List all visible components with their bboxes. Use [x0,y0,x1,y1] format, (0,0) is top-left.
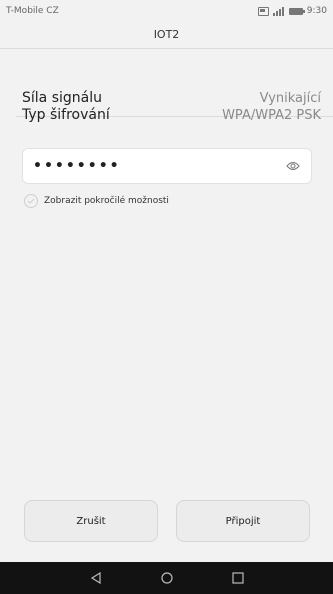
cancel-button[interactable]: Zrušit [24,500,158,542]
battery-icon [288,7,305,15]
clock-label: 9:30 [306,6,327,16]
navigation-bar [0,562,333,594]
sim-icon [257,6,269,16]
encryption-value: WPA/WPA2 PSK [222,107,321,123]
encryption-row: Typ šifrování WPA/WPA2 PSK [0,95,333,135]
carrier-label: T-Mobile CZ [6,6,59,16]
status-bar: T-Mobile CZ 9:30 [0,0,333,22]
encryption-label: Typ šifrování [22,107,110,123]
recents-icon[interactable] [230,570,246,586]
signal-icon [272,6,285,16]
advanced-options-row[interactable]: Zobrazit pokročilé možnosti [24,194,169,208]
back-icon[interactable] [88,570,104,586]
checkbox-icon[interactable] [24,194,38,208]
home-icon[interactable] [159,570,175,586]
advanced-options-label: Zobrazit pokročilé možnosti [44,196,169,206]
connect-button[interactable]: Připojit [176,500,310,542]
divider [0,48,333,49]
eye-icon[interactable] [285,158,301,174]
status-icons: 9:30 [257,6,327,16]
password-value: •••••••• [33,158,121,174]
network-title: IOT2 [153,28,180,41]
password-input[interactable]: •••••••• [22,148,312,184]
